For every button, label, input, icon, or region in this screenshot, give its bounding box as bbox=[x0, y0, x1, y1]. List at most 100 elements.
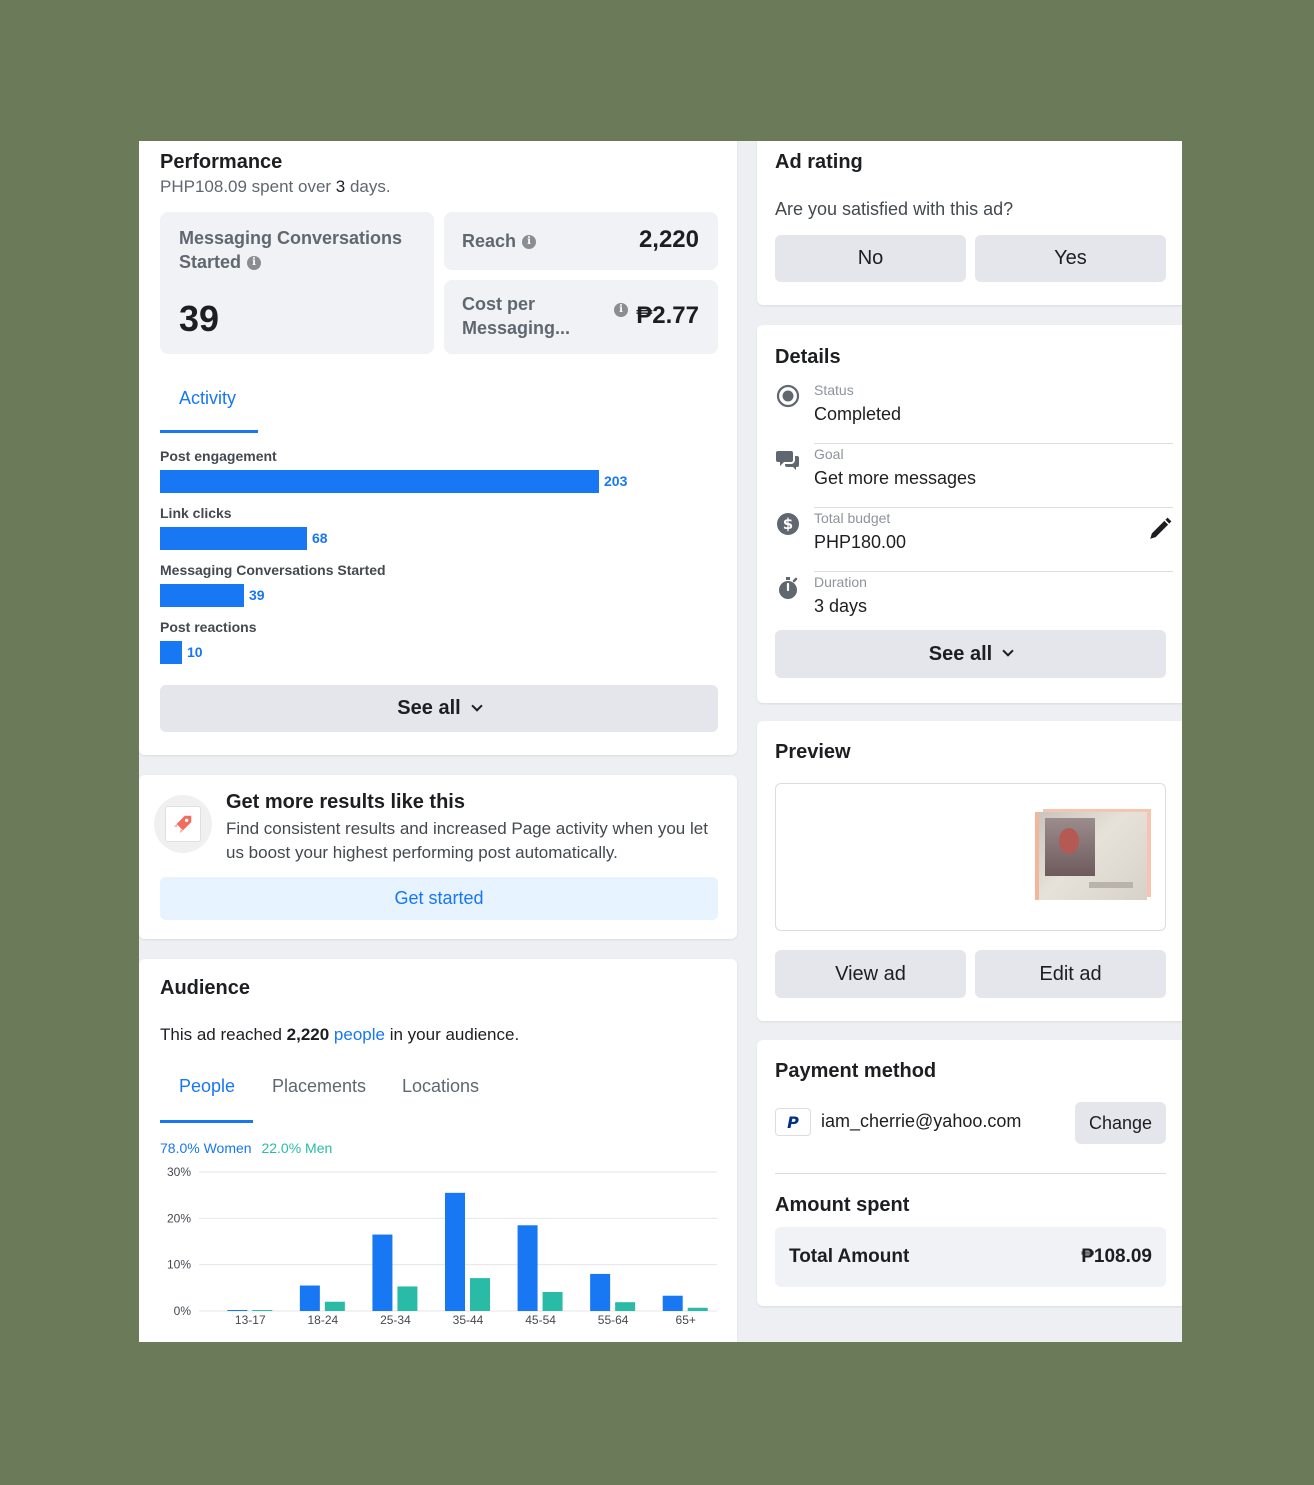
paypal-icon: P bbox=[775, 1108, 811, 1136]
messaging-metric-tile[interactable]: Messaging Conversations Started i 39 bbox=[160, 212, 434, 354]
activity-label: Post reactions bbox=[160, 619, 257, 635]
edit-ad-button[interactable]: Edit ad bbox=[975, 950, 1166, 998]
messaging-metric-label: Messaging Conversations Started i bbox=[179, 228, 403, 272]
cost-metric-value: ₱2.77 bbox=[636, 302, 699, 329]
age-bar-women bbox=[227, 1310, 248, 1311]
chat-icon bbox=[776, 451, 799, 470]
svg-text:$: $ bbox=[783, 515, 793, 533]
detail-row-budget: $ Total budget PHP180.00 bbox=[776, 508, 1173, 572]
activity-label: Link clicks bbox=[160, 505, 232, 521]
detail-row-duration: Duration 3 days bbox=[776, 572, 1173, 628]
performance-spent-summary: PHP108.09 spent over 3 days. bbox=[160, 177, 391, 197]
age-bar-men bbox=[687, 1307, 708, 1311]
info-icon[interactable]: i bbox=[614, 303, 628, 317]
change-payment-button[interactable]: Change bbox=[1075, 1102, 1166, 1144]
reach-metric-tile[interactable]: Reach i 2,220 bbox=[444, 212, 718, 270]
age-bar-women bbox=[662, 1295, 683, 1311]
payment-title: Payment method bbox=[775, 1060, 937, 1082]
activity-label: Post engagement bbox=[160, 448, 277, 464]
tab-locations[interactable]: Locations bbox=[402, 1076, 479, 1097]
y-tick-label: 10% bbox=[167, 1258, 191, 1272]
payment-email: iam_cherrie@yahoo.com bbox=[821, 1111, 1022, 1131]
age-bar-women bbox=[445, 1192, 465, 1311]
activity-bar bbox=[160, 470, 599, 493]
ad-rating-card: Ad rating Are you satisfied with this ad… bbox=[757, 141, 1182, 305]
boost-card: Get more results like this Find consiste… bbox=[139, 775, 737, 939]
spent-amount: PHP108.09 bbox=[160, 177, 247, 196]
detail-row-goal: Goal Get more messages bbox=[776, 444, 1173, 508]
dollar-icon: $ bbox=[777, 513, 799, 535]
amount-spent-title: Amount spent bbox=[775, 1194, 910, 1216]
ads-manager-frame: Performance PHP108.09 spent over 3 days.… bbox=[139, 141, 1182, 1342]
people-link[interactable]: people bbox=[334, 1025, 385, 1044]
radio-icon bbox=[776, 384, 800, 408]
x-tick-label: 65+ bbox=[676, 1313, 696, 1327]
rating-yes-button[interactable]: Yes bbox=[975, 235, 1166, 282]
info-icon[interactable]: i bbox=[522, 235, 537, 250]
boost-description: Find consistent results and increased Pa… bbox=[226, 819, 708, 862]
total-amount-box: Total Amount ₱108.09 bbox=[775, 1227, 1166, 1287]
activity-bar bbox=[160, 584, 244, 607]
tab-placements[interactable]: Placements bbox=[272, 1076, 366, 1097]
activity-value: 203 bbox=[604, 473, 628, 489]
activity-value: 10 bbox=[187, 644, 203, 660]
chevron-down-icon bbox=[471, 699, 483, 712]
spent-end-text: days. bbox=[345, 177, 391, 196]
men-legend: 22.0% Men bbox=[261, 1140, 333, 1156]
spent-mid-text: spent over bbox=[246, 177, 336, 196]
reach-metric-value: 2,220 bbox=[638, 226, 699, 253]
activity-bar bbox=[160, 527, 307, 550]
activity-value: 68 bbox=[312, 530, 328, 546]
age-bar-men bbox=[397, 1286, 418, 1311]
performance-title: Performance bbox=[160, 151, 283, 173]
audience-title: Audience bbox=[160, 977, 251, 999]
stopwatch-icon bbox=[779, 577, 798, 599]
performance-see-all-button[interactable]: See all bbox=[160, 685, 718, 732]
ad-rating-question: Are you satisfied with this ad? bbox=[775, 199, 1014, 219]
ad-rating-title: Ad rating bbox=[775, 151, 863, 173]
view-ad-button[interactable]: View ad bbox=[775, 950, 966, 998]
rating-no-button[interactable]: No bbox=[775, 235, 966, 282]
tab-activity[interactable]: Activity bbox=[179, 388, 236, 409]
y-tick-label: 20% bbox=[167, 1211, 191, 1225]
total-amount-label: Total Amount bbox=[789, 1246, 910, 1267]
edit-pencil-icon[interactable] bbox=[1147, 516, 1173, 542]
cost-metric-label: Cost per Messaging... bbox=[462, 294, 571, 338]
age-gender-chart: 0% 10% 20% 30% 13-17 18-24 25-34 35-44 45-54 55-6… bbox=[167, 1165, 717, 1327]
details-title: Details bbox=[775, 346, 841, 368]
audience-reach-sentence: This ad reached 2,220 people in your aud… bbox=[160, 1025, 520, 1044]
age-bar-women bbox=[299, 1285, 320, 1311]
detail-row-status: Status Completed bbox=[776, 380, 1173, 444]
x-tick-label: 55-64 bbox=[598, 1313, 629, 1327]
y-tick-label: 30% bbox=[167, 1165, 191, 1179]
reach-count: 2,220 bbox=[286, 1025, 330, 1044]
reach-metric-label: Reach i bbox=[462, 229, 537, 253]
ad-preview-thumbnail bbox=[1039, 812, 1147, 900]
preview-title: Preview bbox=[775, 741, 851, 763]
activity-value: 39 bbox=[249, 587, 265, 603]
info-icon[interactable]: i bbox=[247, 256, 262, 271]
x-tick-label: 25-34 bbox=[380, 1313, 411, 1327]
chevron-down-icon bbox=[1002, 645, 1014, 657]
get-started-button[interactable]: Get started bbox=[160, 877, 718, 920]
x-tick-label: 18-24 bbox=[308, 1313, 339, 1327]
payment-card: Payment method P iam_cherrie@yahoo.com C… bbox=[757, 1040, 1182, 1306]
age-bar-men bbox=[542, 1292, 563, 1311]
tab-people[interactable]: People bbox=[179, 1076, 235, 1097]
activity-tab-underline bbox=[160, 430, 258, 433]
details-see-all-button[interactable]: See all bbox=[775, 630, 1166, 678]
age-bar-men bbox=[615, 1302, 636, 1311]
x-tick-label: 45-54 bbox=[525, 1313, 556, 1327]
age-bar-women bbox=[517, 1225, 538, 1311]
age-bar-women bbox=[590, 1273, 611, 1311]
ad-preview-frame[interactable] bbox=[775, 783, 1166, 931]
people-tab-underline bbox=[160, 1120, 253, 1123]
x-tick-label: 35-44 bbox=[453, 1313, 484, 1327]
cost-metric-tile[interactable]: Cost per Messaging... i ₱2.77 bbox=[444, 280, 718, 354]
boost-title: Get more results like this bbox=[226, 791, 465, 813]
preview-card: Preview View ad Edit ad bbox=[757, 721, 1182, 1021]
total-amount-value: ₱108.09 bbox=[1081, 1246, 1152, 1267]
age-bar-men bbox=[324, 1301, 345, 1311]
audience-card: Audience This ad reached 2,220 people in… bbox=[139, 959, 737, 1342]
age-bar-men bbox=[470, 1278, 490, 1311]
